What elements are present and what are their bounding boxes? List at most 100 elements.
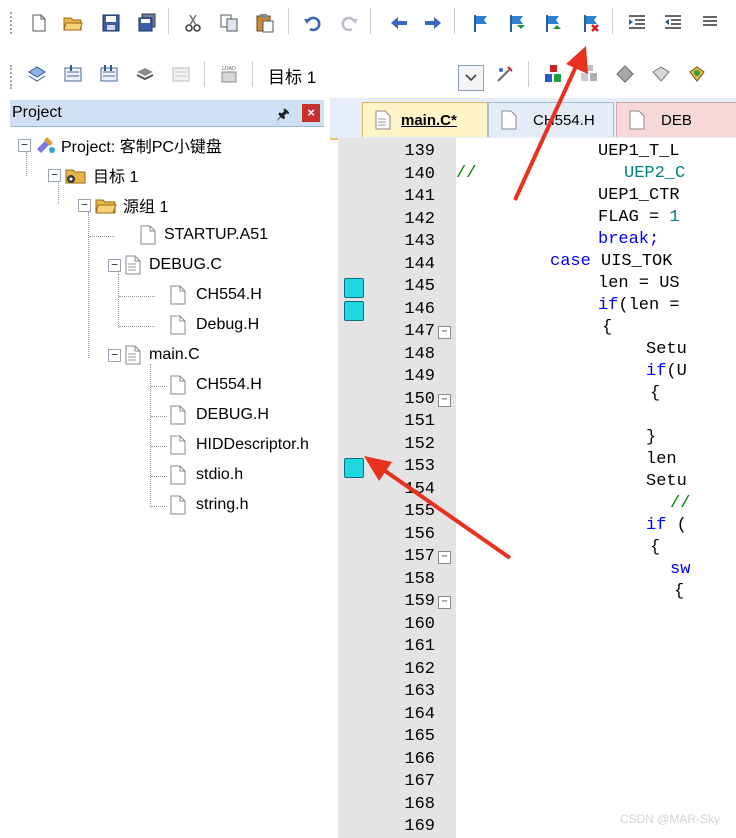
back-icon[interactable]	[386, 10, 412, 36]
tree-item-file[interactable]: STARTUP.A51	[140, 222, 268, 248]
stop-build-icon[interactable]	[168, 61, 194, 87]
toolbar-grip[interactable]	[10, 65, 15, 89]
unindent-icon[interactable]	[660, 10, 686, 36]
tree-item-header[interactable]: Debug.H	[170, 312, 259, 338]
line-number[interactable]: 160	[380, 614, 435, 636]
fold-toggle[interactable]: −	[438, 596, 451, 609]
tree-item-header[interactable]: DEBUG.H	[170, 402, 269, 428]
line-number[interactable]: 158	[380, 569, 435, 591]
next-bookmark-icon[interactable]	[540, 10, 566, 36]
tree-item-group[interactable]: − 源组 1	[78, 192, 168, 218]
translate-icon[interactable]	[24, 61, 50, 87]
collapse-toggle[interactable]: −	[78, 198, 91, 212]
collapse-toggle[interactable]: −	[18, 138, 31, 152]
line-number[interactable]: 168	[380, 794, 435, 816]
line-number[interactable]: 141	[380, 186, 435, 208]
line-number[interactable]: 155	[380, 501, 435, 523]
tree-item-file[interactable]: − DEBUG.C	[108, 252, 222, 278]
open-folder-icon[interactable]	[60, 10, 86, 36]
line-number[interactable]: 140	[380, 164, 435, 186]
copy-icon[interactable]	[216, 10, 242, 36]
line-number[interactable]: 146	[380, 299, 435, 321]
line-number[interactable]: 157	[380, 546, 435, 568]
pin-icon[interactable]: 🖈	[276, 104, 290, 129]
save-icon[interactable]	[98, 10, 124, 36]
tree-item-header[interactable]: stdio.h	[170, 462, 243, 488]
bookmark-marker[interactable]	[344, 300, 364, 321]
collapse-toggle[interactable]: −	[108, 348, 121, 362]
target-name: 目标 1	[268, 68, 317, 87]
line-number[interactable]: 165	[380, 726, 435, 748]
line-number[interactable]: 147	[380, 321, 435, 343]
line-number[interactable]: 162	[380, 659, 435, 681]
close-panel-button[interactable]: ×	[302, 104, 320, 122]
undo-icon[interactable]	[300, 10, 326, 36]
line-number[interactable]: 169	[380, 816, 435, 838]
collapse-toggle[interactable]: −	[48, 168, 61, 182]
line-number[interactable]: 145	[380, 276, 435, 298]
line-number[interactable]: 161	[380, 636, 435, 658]
code-line-154: Setu	[646, 472, 687, 491]
bookmark-marker[interactable]	[344, 458, 364, 478]
build-icon[interactable]	[60, 61, 86, 87]
save-all-icon[interactable]	[134, 10, 160, 36]
fold-toggle[interactable]: −	[438, 393, 451, 407]
file-extensions-icon[interactable]	[576, 61, 602, 87]
tree-item-target[interactable]: − 目标 1	[48, 162, 138, 188]
toolbar-grip[interactable]	[10, 12, 15, 34]
line-number[interactable]: 153	[380, 456, 435, 478]
forward-icon[interactable]	[420, 10, 446, 36]
manage-components-icon[interactable]	[540, 61, 566, 87]
line-number[interactable]: 164	[380, 704, 435, 726]
editor-tab-bar: main.C* CH554.H DEB	[330, 98, 736, 140]
line-number[interactable]: 142	[380, 209, 435, 231]
tab-main-c[interactable]: main.C*	[362, 102, 488, 137]
cut-icon[interactable]	[180, 10, 206, 36]
clear-bookmarks-icon[interactable]	[578, 10, 604, 36]
line-number[interactable]: 159	[380, 591, 435, 613]
line-number[interactable]: 167	[380, 771, 435, 793]
new-file-icon[interactable]	[26, 10, 52, 36]
line-number[interactable]: 143	[380, 231, 435, 253]
set-bookmark-icon[interactable]	[468, 10, 494, 36]
bookmark-marker[interactable]	[344, 278, 364, 298]
paste-icon[interactable]	[252, 10, 278, 36]
tree-item-header[interactable]: string.h	[170, 492, 248, 518]
line-number[interactable]: 149	[380, 366, 435, 388]
pack-installer-icon[interactable]	[648, 61, 674, 87]
indent-icon[interactable]	[624, 10, 650, 36]
batch-build-icon[interactable]	[132, 61, 158, 87]
line-number-gutter[interactable]: 139 140 141 142 143 144 145 146 147−148 149 150−15…	[338, 138, 456, 838]
tree-item-file[interactable]: − main.C	[108, 342, 200, 368]
collapse-toggle[interactable]: −	[108, 258, 121, 272]
fold-toggle[interactable]: −	[438, 551, 451, 564]
options-for-target-icon[interactable]	[492, 61, 518, 87]
tree-item-header[interactable]: CH554.H	[170, 282, 262, 308]
line-number[interactable]: 144	[380, 254, 435, 276]
line-number[interactable]: 150	[380, 389, 435, 411]
select-packs-icon[interactable]	[612, 61, 638, 87]
comment-icon[interactable]	[698, 10, 724, 36]
line-number[interactable]: 148	[380, 344, 435, 366]
software-packs-icon[interactable]	[684, 61, 710, 87]
line-number[interactable]: 139	[380, 141, 435, 163]
line-number[interactable]: 163	[380, 681, 435, 703]
code-editor[interactable]: UEP1_T_L // UEP2_C UEP1_CTR FLAG = 1 bre…	[456, 138, 736, 838]
previous-bookmark-icon[interactable]	[504, 10, 530, 36]
rebuild-icon[interactable]	[96, 61, 122, 87]
tab-ch554-h[interactable]: CH554.H	[488, 102, 614, 137]
fold-toggle[interactable]: −	[438, 326, 451, 339]
tree-item-header[interactable]: CH554.H	[170, 372, 262, 398]
project-name: Project: 客制PC小键盘	[61, 139, 222, 156]
line-number[interactable]: 151	[380, 411, 435, 433]
target-select-dropdown[interactable]	[458, 65, 484, 91]
tree-item-project[interactable]: − Project: 客制PC小键盘	[18, 132, 222, 158]
tab-debug[interactable]: DEB	[616, 102, 736, 137]
line-number[interactable]: 154	[380, 479, 435, 501]
line-number[interactable]: 156	[380, 524, 435, 546]
download-icon[interactable]: LOAD	[216, 61, 242, 87]
line-number[interactable]: 152	[380, 434, 435, 456]
line-number[interactable]: 166	[380, 749, 435, 771]
redo-icon[interactable]	[336, 10, 362, 36]
tree-item-header[interactable]: HIDDescriptor.h	[170, 432, 309, 458]
